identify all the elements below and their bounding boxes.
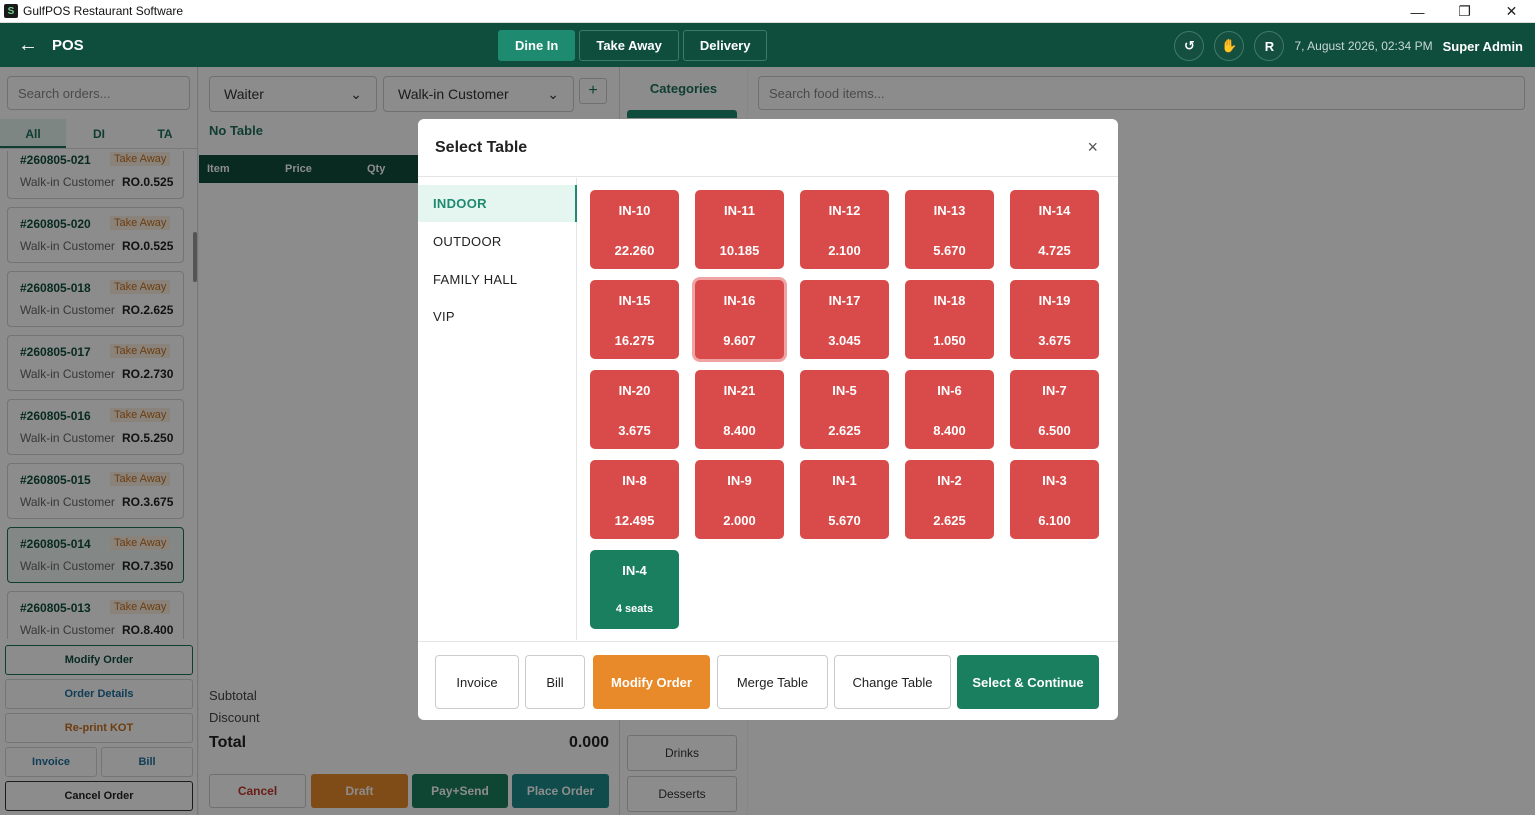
table-name: IN-2 [937, 473, 962, 488]
table-amount: 3.675 [618, 423, 651, 438]
table-amount: 6.100 [1038, 513, 1071, 528]
window-titlebar: S GulfPOS Restaurant Software — ❐ ✕ [0, 0, 1535, 23]
table-amount: 2.100 [828, 243, 861, 258]
table-name: IN-3 [1042, 473, 1067, 488]
table-amount: 4 seats [615, 603, 654, 615]
dialog-footer: Invoice Bill Modify Order Merge Table Ch… [418, 641, 1118, 720]
maximize-icon[interactable]: ❐ [1441, 0, 1488, 23]
table-in-8[interactable]: IN-8 12.495 [590, 460, 679, 539]
table-in-9[interactable]: IN-9 2.000 [695, 460, 784, 539]
table-in-4[interactable]: IN-4 4 seats [590, 550, 679, 629]
table-amount: 22.260 [614, 243, 655, 258]
table-name: IN-10 [618, 203, 651, 218]
refresh-icon[interactable]: ↺ [1174, 31, 1205, 61]
area-vip[interactable]: VIP [418, 298, 577, 335]
tab-delivery[interactable]: Delivery [682, 30, 768, 61]
table-name: IN-16 [723, 293, 756, 308]
table-amount: 6.500 [1038, 423, 1071, 438]
table-amount: 10.185 [719, 243, 760, 258]
table-amount: 2.625 [933, 513, 966, 528]
table-in-7[interactable]: IN-7 6.500 [1010, 370, 1099, 449]
table-in-17[interactable]: IN-17 3.045 [800, 280, 889, 359]
tables-grid: IN-10 22.260 IN-11 10.185 IN-12 2.100 IN-13 5.6… [578, 178, 1118, 640]
table-in-3[interactable]: IN-3 6.100 [1010, 460, 1099, 539]
table-in-5[interactable]: IN-5 2.625 [800, 370, 889, 449]
select-continue-button[interactable]: Select & Continue [957, 655, 1099, 709]
table-name: IN-12 [828, 203, 861, 218]
table-amount: 8.400 [933, 423, 966, 438]
table-amount: 3.675 [1038, 333, 1071, 348]
table-name: IN-19 [1038, 293, 1071, 308]
table-name: IN-11 [723, 203, 756, 218]
table-in-14[interactable]: IN-14 4.725 [1010, 190, 1099, 269]
table-in-20[interactable]: IN-20 3.675 [590, 370, 679, 449]
table-name: IN-6 [937, 383, 962, 398]
table-amount: 1.050 [933, 333, 966, 348]
app-header: ← POS Dine In Take Away Delivery ↺ ✋ R 7… [0, 23, 1535, 67]
modify-order-button[interactable]: Modify Order [593, 655, 710, 709]
tab-dine-in[interactable]: Dine In [498, 30, 576, 61]
table-in-6[interactable]: IN-6 8.400 [905, 370, 994, 449]
table-amount: 9.607 [723, 333, 756, 348]
table-name: IN-1 [832, 473, 857, 488]
back-arrow-icon[interactable]: ← [18, 34, 42, 57]
table-amount: 8.400 [723, 423, 756, 438]
table-amount: 2.625 [828, 423, 861, 438]
dialog-title: Select Table [435, 139, 528, 156]
table-amount: 5.670 [828, 513, 861, 528]
table-amount: 16.275 [614, 333, 655, 348]
page-title: POS [52, 36, 84, 54]
table-in-18[interactable]: IN-18 1.050 [905, 280, 994, 359]
table-in-13[interactable]: IN-13 5.670 [905, 190, 994, 269]
user-name: Super Admin [1442, 38, 1523, 54]
table-amount: 2.000 [723, 513, 756, 528]
table-name: IN-17 [828, 293, 861, 308]
merge-table-button[interactable]: Merge Table [717, 655, 828, 709]
table-in-19[interactable]: IN-19 3.675 [1010, 280, 1099, 359]
table-in-1[interactable]: IN-1 5.670 [800, 460, 889, 539]
app-logo-icon: S [4, 4, 18, 18]
area-list: INDOOR OUTDOOR FAMILY HALL VIP [418, 178, 577, 640]
area-indoor[interactable]: INDOOR [418, 185, 577, 222]
bill-button[interactable]: Bill [525, 655, 585, 709]
invoice-button[interactable]: Invoice [435, 655, 519, 709]
hand-icon[interactable]: ✋ [1214, 31, 1245, 61]
table-name: IN-8 [622, 473, 647, 488]
table-in-15[interactable]: IN-15 16.275 [590, 280, 679, 359]
close-window-icon[interactable]: ✕ [1488, 0, 1535, 23]
window-title: GulfPOS Restaurant Software [23, 4, 184, 18]
table-in-11[interactable]: IN-11 10.185 [695, 190, 784, 269]
table-amount: 12.495 [614, 513, 655, 528]
table-name: IN-13 [933, 203, 966, 218]
table-name: IN-7 [1042, 383, 1067, 398]
avatar[interactable]: R [1254, 31, 1285, 61]
minimize-icon[interactable]: — [1394, 0, 1441, 23]
table-name: IN-21 [723, 383, 756, 398]
table-name: IN-18 [933, 293, 966, 308]
datetime: 7, August 2026, 02:34 PM [1294, 39, 1433, 53]
table-amount: 3.045 [828, 333, 861, 348]
table-name: IN-9 [727, 473, 752, 488]
table-name: IN-20 [618, 383, 651, 398]
table-name: IN-15 [618, 293, 651, 308]
area-outdoor[interactable]: OUTDOOR [418, 223, 577, 260]
table-amount: 5.670 [933, 243, 966, 258]
table-name: IN-5 [832, 383, 857, 398]
table-name: IN-14 [1038, 203, 1071, 218]
select-table-dialog: Select Table × INDOOR OUTDOOR FAMILY HAL… [418, 119, 1118, 720]
tab-take-away[interactable]: Take Away [579, 30, 679, 61]
table-in-2[interactable]: IN-2 2.625 [905, 460, 994, 539]
table-in-10[interactable]: IN-10 22.260 [590, 190, 679, 269]
table-in-12[interactable]: IN-12 2.100 [800, 190, 889, 269]
table-in-21[interactable]: IN-21 8.400 [695, 370, 784, 449]
area-family-hall[interactable]: FAMILY HALL [418, 261, 577, 298]
close-icon[interactable]: × [1087, 137, 1098, 158]
table-in-16[interactable]: IN-16 9.607 [695, 280, 784, 359]
table-name: IN-4 [622, 563, 647, 578]
table-amount: 4.725 [1038, 243, 1071, 258]
change-table-button[interactable]: Change Table [834, 655, 951, 709]
